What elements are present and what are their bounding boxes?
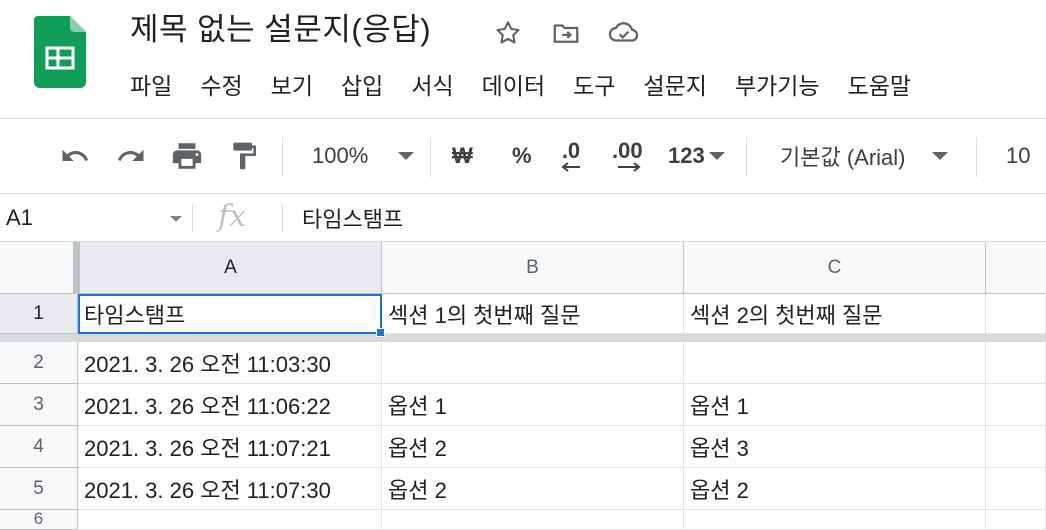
cell-c5[interactable]: 옵션 2 (684, 468, 986, 510)
cell-d5[interactable] (986, 468, 1046, 510)
decrease-decimal-label: .0 (561, 138, 581, 163)
redo-button[interactable] (112, 119, 150, 193)
menu-addons[interactable]: 부가기능 (735, 67, 820, 101)
row-header[interactable]: 1 (0, 294, 78, 334)
toolbar-divider (282, 137, 283, 177)
paint-format-icon (233, 142, 256, 170)
row-header[interactable]: 5 (0, 468, 78, 510)
sheets-logo-icon[interactable] (34, 16, 86, 88)
font-family-value: 기본값 (Arial) (780, 145, 906, 170)
fx-icon: fx (218, 199, 247, 234)
cell-a1[interactable]: 타임스탬프 (78, 294, 382, 334)
document-title[interactable]: 제목 없는 설문지(응답) (130, 10, 431, 50)
cell-d6[interactable] (986, 510, 1046, 530)
redo-icon (117, 149, 144, 161)
menu-insert[interactable]: 삽입 (341, 67, 383, 101)
more-formats-label: 123 (668, 143, 705, 168)
cell-c2[interactable] (684, 342, 986, 384)
toolbar-divider (976, 137, 977, 177)
title-actions (490, 16, 642, 50)
formula-divider (192, 204, 193, 232)
zoom-select[interactable]: 100% (312, 119, 415, 193)
currency-label: ₩ (452, 143, 473, 168)
cell-d1[interactable] (986, 294, 1046, 334)
app-header: 제목 없는 설문지(응답) 파일 수정 보기 삽입 서식 데이터 도구 설문지 … (0, 0, 1046, 118)
chevron-down-icon (170, 216, 182, 222)
move-to-folder-icon[interactable] (548, 16, 584, 50)
row-header[interactable]: 4 (0, 426, 78, 468)
formula-bar: A1 fx 타임스탬프 (0, 194, 1046, 242)
cell-a6[interactable] (78, 510, 382, 530)
menu-tools[interactable]: 도구 (573, 67, 615, 101)
toolbar: 100% ₩ % .0 .00 123 기본값 (Arial) 10 (0, 118, 1046, 194)
spreadsheet-grid: A B C 1 타임스탬프 섹션 1의 첫번째 질문 섹션 2의 첫번째 질문 … (0, 242, 1046, 530)
font-size-select[interactable]: 10 (1006, 119, 1030, 193)
print-icon (172, 143, 202, 169)
cell-a2[interactable]: 2021. 3. 26 오전 11:03:30 (78, 342, 382, 384)
toolbar-divider (746, 137, 747, 177)
column-header-b[interactable]: B (382, 242, 684, 294)
name-box[interactable]: A1 (0, 194, 190, 241)
cell-c1[interactable]: 섹션 2의 첫번째 질문 (684, 294, 986, 334)
menu-file[interactable]: 파일 (130, 67, 172, 101)
more-formats-button[interactable]: 123 (668, 119, 725, 193)
star-icon[interactable] (490, 16, 526, 50)
decrease-decimal-button[interactable]: .0 (560, 119, 582, 193)
cloud-saved-icon[interactable] (606, 16, 642, 50)
column-header-a[interactable]: A (80, 242, 382, 294)
cell-d3[interactable] (986, 384, 1046, 426)
toolbar-divider (430, 137, 431, 177)
cell-c6[interactable] (684, 510, 986, 530)
menu-format[interactable]: 서식 (411, 67, 453, 101)
cell-d4[interactable] (986, 426, 1046, 468)
percent-label: % (512, 143, 532, 168)
cell-a4[interactable]: 2021. 3. 26 오전 11:07:21 (78, 426, 382, 468)
select-all-corner[interactable] (0, 242, 74, 294)
row-header[interactable]: 6 (0, 510, 78, 530)
cell-b6[interactable] (382, 510, 684, 530)
undo-button[interactable] (56, 119, 94, 193)
increase-decimal-label: .00 (612, 138, 643, 163)
chevron-down-icon (398, 152, 415, 160)
chevron-down-icon (931, 152, 948, 160)
percent-format-button[interactable]: % (512, 119, 532, 193)
cell-b4[interactable]: 옵션 2 (382, 426, 684, 468)
name-box-value: A1 (6, 204, 33, 230)
formula-input[interactable]: 타임스탬프 (302, 194, 403, 241)
freeze-handle-horizontal[interactable] (0, 334, 1046, 342)
increase-decimal-button[interactable]: .00 (612, 119, 643, 193)
currency-format-button[interactable]: ₩ (452, 119, 473, 193)
cell-a5[interactable]: 2021. 3. 26 오전 11:07:30 (78, 468, 382, 510)
menu-help[interactable]: 도움말 (848, 67, 911, 101)
menu-view[interactable]: 보기 (271, 67, 313, 101)
row-header[interactable]: 2 (0, 342, 78, 384)
column-header-d[interactable] (986, 242, 1046, 294)
formula-divider (282, 204, 283, 232)
cell-b2[interactable] (382, 342, 684, 384)
cell-d2[interactable] (986, 342, 1046, 384)
menu-data[interactable]: 데이터 (482, 67, 545, 101)
font-size-value: 10 (1006, 143, 1031, 168)
cell-b1[interactable]: 섹션 1의 첫번째 질문 (382, 294, 684, 334)
menu-edit[interactable]: 수정 (200, 67, 242, 101)
undo-icon (62, 149, 89, 161)
zoom-value: 100% (312, 143, 369, 168)
print-button[interactable] (170, 119, 204, 193)
chevron-down-icon (708, 152, 725, 160)
arrow-right-icon (618, 162, 641, 172)
cell-a3[interactable]: 2021. 3. 26 오전 11:06:22 (78, 384, 382, 426)
menu-bar: 파일 수정 보기 삽입 서식 데이터 도구 설문지 부가기능 도움말 (130, 66, 939, 102)
cell-c3[interactable]: 옵션 1 (684, 384, 986, 426)
row-header[interactable]: 3 (0, 384, 78, 426)
cell-b3[interactable]: 옵션 1 (382, 384, 684, 426)
paint-format-button[interactable] (228, 119, 260, 193)
fill-handle[interactable] (376, 328, 385, 337)
column-header-c[interactable]: C (684, 242, 986, 294)
menu-form[interactable]: 설문지 (643, 67, 706, 101)
cell-b5[interactable]: 옵션 2 (382, 468, 684, 510)
arrow-left-icon (561, 162, 580, 172)
font-family-select[interactable]: 기본값 (Arial) (780, 119, 948, 193)
cell-c4[interactable]: 옵션 3 (684, 426, 986, 468)
